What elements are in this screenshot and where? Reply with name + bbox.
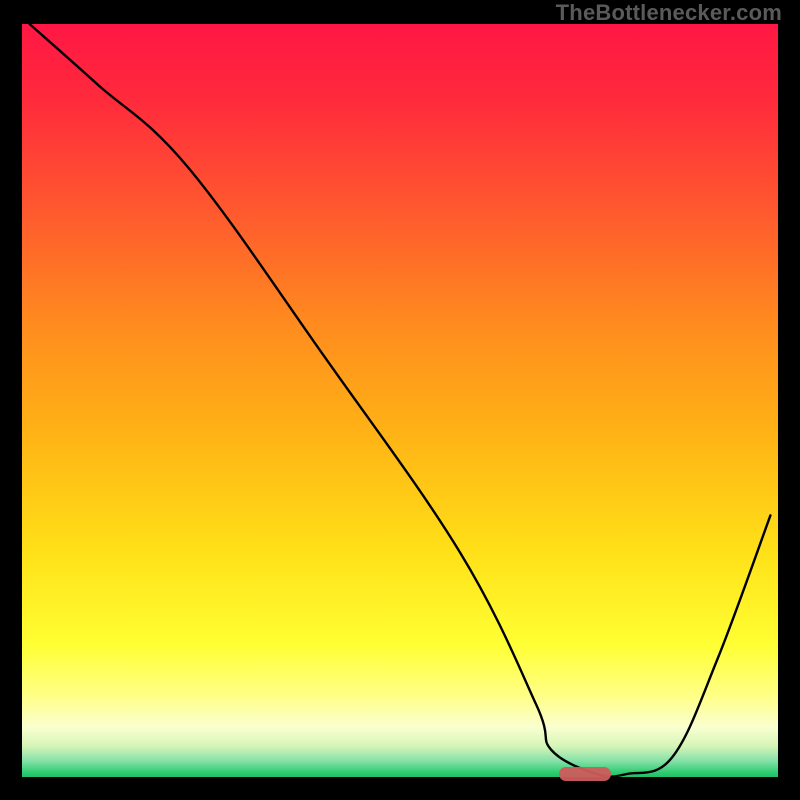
optimal-range-marker [559,767,611,781]
plot-svg [22,24,778,780]
gradient-background [22,24,778,780]
attribution-label: TheBottlenecker.com [556,0,782,26]
bottleneck-plot [22,24,778,780]
chart-container: TheBottlenecker.com [0,0,800,800]
